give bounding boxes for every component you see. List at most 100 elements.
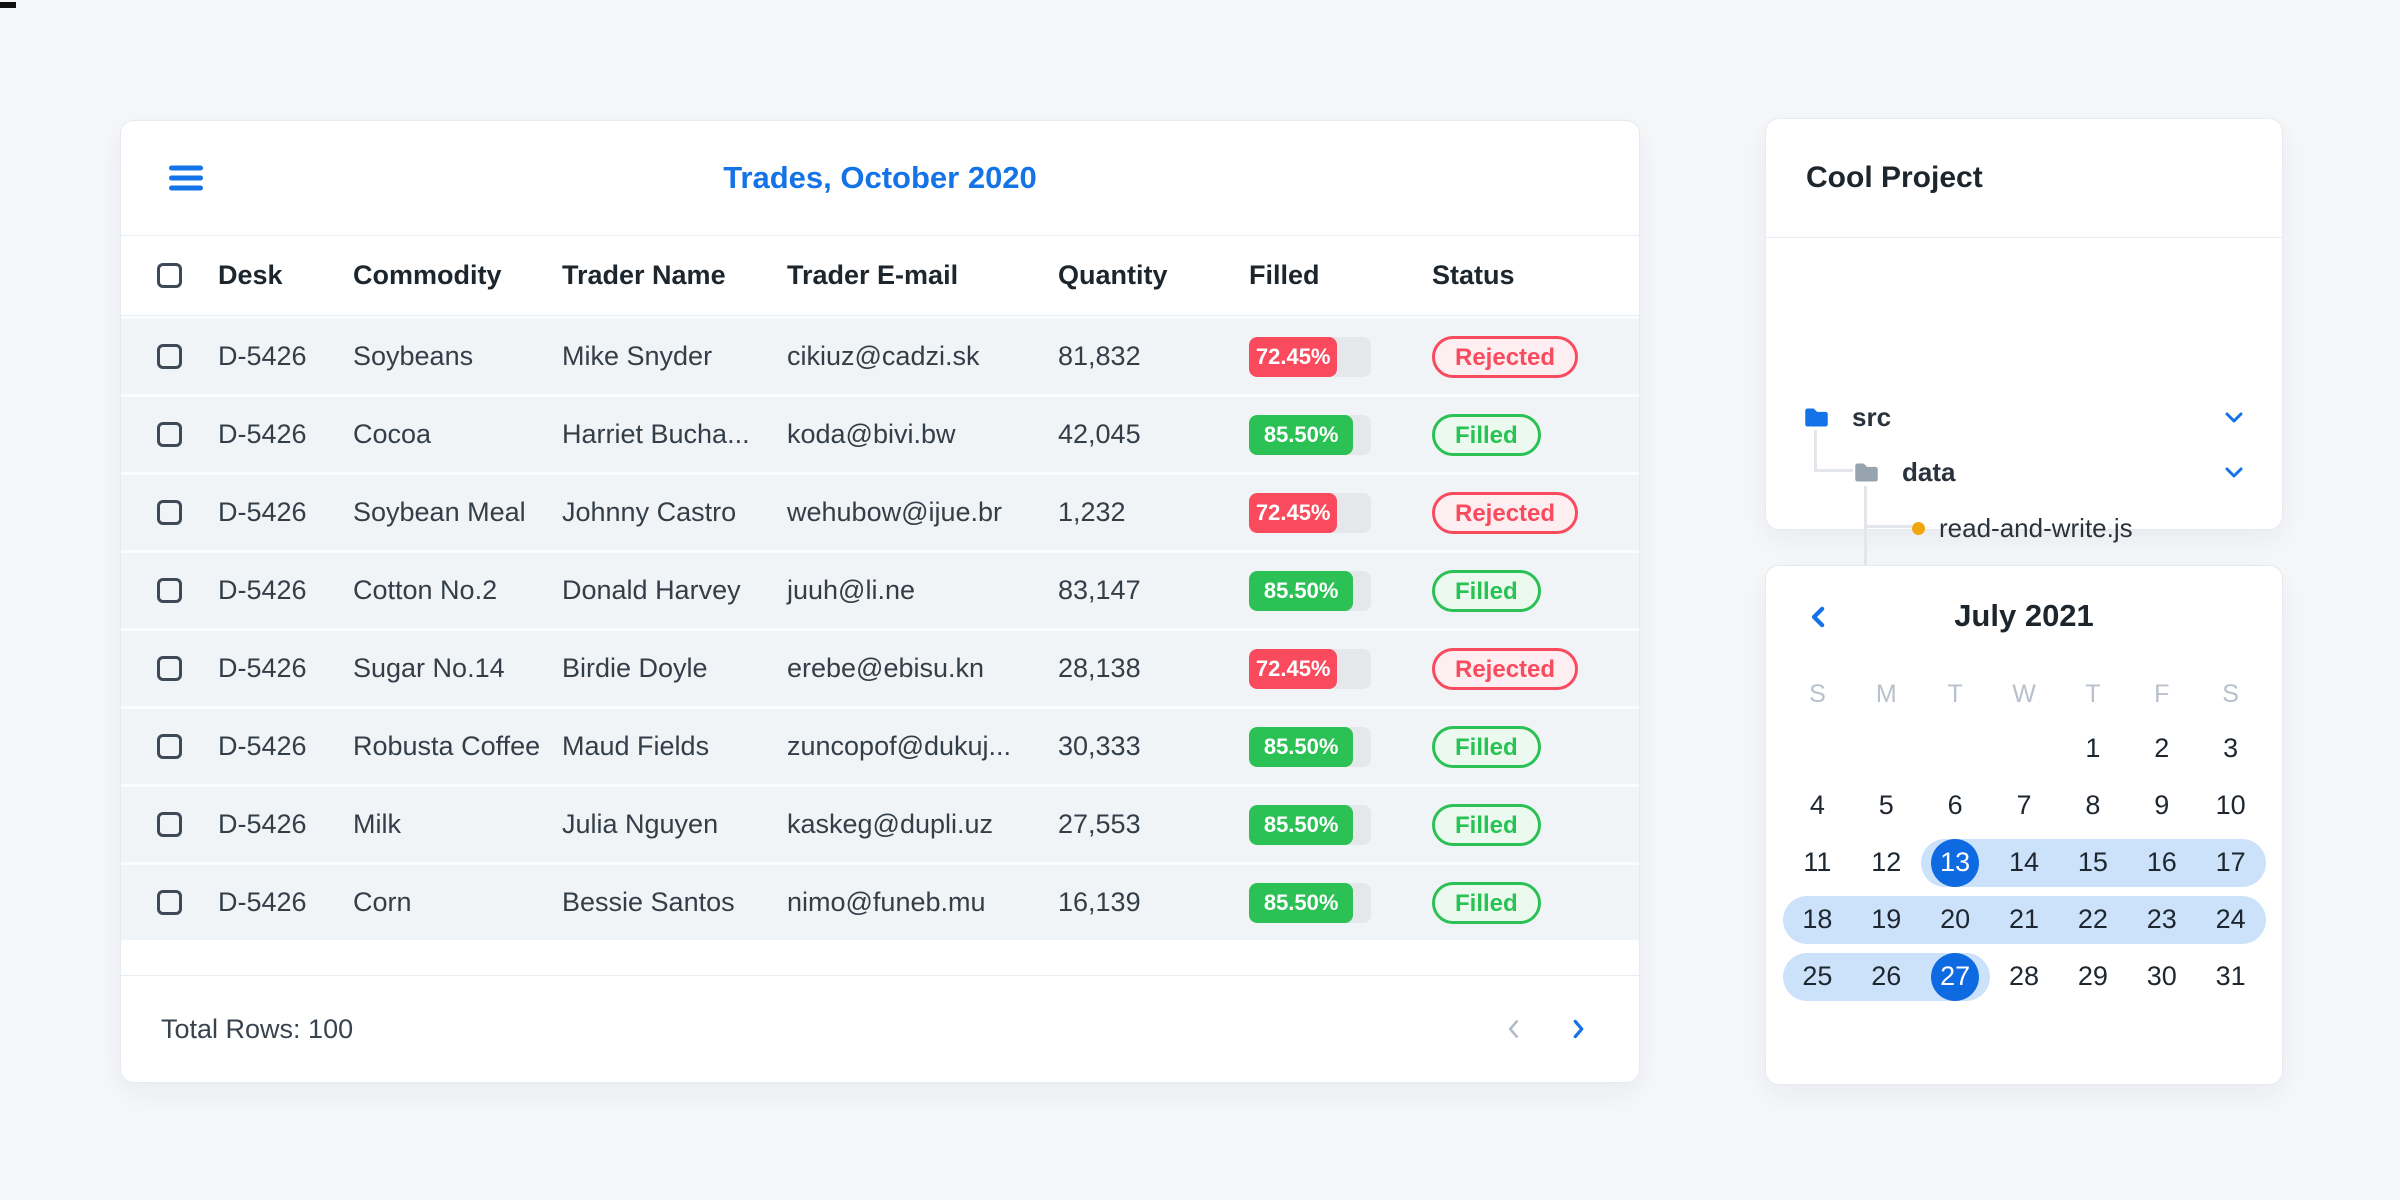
row-checkbox[interactable] bbox=[157, 578, 182, 603]
cell-desk: D-5426 bbox=[218, 731, 307, 761]
file-tree: src data read-and-write.js authenticatio… bbox=[1766, 238, 2282, 598]
cell-quantity: 42,045 bbox=[1058, 419, 1141, 449]
table-row: D-5426 Milk Julia Nguyen kaskeg@dupli.uz… bbox=[121, 784, 1639, 862]
tree-item-label: read-and-write.js bbox=[1939, 512, 2133, 543]
cell-desk: D-5426 bbox=[218, 653, 307, 683]
calendar-day[interactable]: 20 bbox=[1921, 896, 1990, 944]
folder-icon bbox=[1855, 463, 1878, 481]
table-row: D-5426 Soybeans Mike Snyder cikiuz@cadzi… bbox=[121, 316, 1639, 394]
calendar-day[interactable]: 14 bbox=[1990, 839, 2059, 887]
calendar-day[interactable]: 2 bbox=[2127, 725, 2196, 773]
row-checkbox[interactable] bbox=[157, 344, 182, 369]
calendar-card: July 2021 S M T W T F S 1 2 3 4 5 6 7 8 bbox=[1765, 565, 2283, 1085]
screen-artifact bbox=[0, 2, 16, 8]
table-row: D-5426 Soybean Meal Johnny Castro wehubo… bbox=[121, 472, 1639, 550]
tree-item-file[interactable]: read-and-write.js bbox=[1766, 506, 2282, 550]
weekday-label: T bbox=[2085, 680, 2101, 708]
calendar-day[interactable]: 11 bbox=[1783, 839, 1852, 887]
tree-item-label: data bbox=[1902, 456, 1956, 487]
calendar-day[interactable]: 19 bbox=[1852, 896, 1921, 944]
cell-commodity: Sugar No.14 bbox=[353, 653, 505, 683]
calendar-day[interactable]: 22 bbox=[2058, 896, 2127, 944]
calendar-day[interactable]: 8 bbox=[2058, 782, 2127, 830]
trades-titlebar: Trades, October 2020 bbox=[121, 121, 1639, 236]
calendar-day-range-end[interactable]: 27 bbox=[1921, 953, 1990, 1001]
calendar-day[interactable]: 5 bbox=[1852, 782, 1921, 830]
tree-item-src[interactable]: src bbox=[1766, 395, 2282, 439]
table-footer: Total Rows: 100 bbox=[121, 975, 1639, 1082]
page-title: Trades, October 2020 bbox=[723, 160, 1037, 195]
calendar-day-range-start[interactable]: 13 bbox=[1921, 839, 1990, 887]
status-badge: Filled bbox=[1432, 413, 1541, 456]
cell-trader-email: cikiuz@cadzi.sk bbox=[787, 341, 980, 371]
cell-commodity: Milk bbox=[353, 809, 401, 839]
cell-trader-name: Julia Nguyen bbox=[562, 809, 719, 839]
table-row: D-5426 Cocoa Harriet Bucha... koda@bivi.… bbox=[121, 394, 1639, 472]
calendar-month-title: July 2021 bbox=[1954, 598, 2094, 633]
calendar-day[interactable]: 24 bbox=[2196, 896, 2265, 944]
column-header-trader-name: Trader Name bbox=[562, 260, 726, 290]
calendar-day[interactable]: 7 bbox=[1990, 782, 2059, 830]
calendar-day[interactable]: 23 bbox=[2127, 896, 2196, 944]
calendar-day[interactable]: 15 bbox=[2058, 839, 2127, 887]
row-checkbox[interactable] bbox=[157, 812, 182, 837]
column-header-status: Status bbox=[1432, 260, 1515, 290]
next-page-button[interactable] bbox=[1561, 1012, 1595, 1046]
calendar-day[interactable]: 16 bbox=[2127, 839, 2196, 887]
calendar-week-row: 1 2 3 bbox=[1783, 720, 2265, 777]
cell-quantity: 30,333 bbox=[1058, 731, 1141, 761]
calendar-day[interactable]: 31 bbox=[2196, 953, 2265, 1001]
cell-commodity: Robusta Coffee bbox=[353, 731, 541, 761]
row-checkbox[interactable] bbox=[157, 656, 182, 681]
calendar-day[interactable]: 4 bbox=[1783, 782, 1852, 830]
select-all-checkbox[interactable] bbox=[157, 263, 182, 288]
filled-progress-bar: 85.50% bbox=[1249, 570, 1371, 611]
tree-item-label: src bbox=[1852, 401, 1892, 432]
cell-trader-email: kaskeg@dupli.uz bbox=[787, 809, 994, 839]
cell-quantity: 27,553 bbox=[1058, 809, 1141, 839]
filled-progress-bar: 72.45% bbox=[1249, 492, 1371, 533]
calendar-day[interactable]: 18 bbox=[1783, 896, 1852, 944]
row-checkbox[interactable] bbox=[157, 890, 182, 915]
row-checkbox[interactable] bbox=[157, 734, 182, 759]
cell-quantity: 16,139 bbox=[1058, 887, 1141, 917]
calendar-day[interactable]: 3 bbox=[2196, 725, 2265, 773]
calendar-day[interactable]: 28 bbox=[1990, 953, 2059, 1001]
row-checkbox[interactable] bbox=[157, 500, 182, 525]
calendar-day[interactable]: 12 bbox=[1852, 839, 1921, 887]
filled-progress-bar: 85.50% bbox=[1249, 726, 1371, 767]
calendar-day[interactable]: 6 bbox=[1921, 782, 1990, 830]
calendar-day[interactable]: 21 bbox=[1990, 896, 2059, 944]
calendar-day[interactable]: 1 bbox=[2058, 725, 2127, 773]
cell-trader-email: zuncopof@dukuj... bbox=[787, 731, 1012, 761]
calendar-day[interactable]: 29 bbox=[2058, 953, 2127, 1001]
calendar-day[interactable]: 10 bbox=[2196, 782, 2265, 830]
chevron-down-icon[interactable] bbox=[2222, 405, 2246, 429]
calendar-day[interactable]: 30 bbox=[2127, 953, 2196, 1001]
cell-trader-name: Harriet Bucha... bbox=[562, 419, 750, 449]
column-header-quantity: Quantity bbox=[1058, 260, 1168, 290]
cell-trader-name: Donald Harvey bbox=[562, 575, 741, 605]
calendar-day[interactable]: 17 bbox=[2196, 839, 2265, 887]
cell-trader-email: koda@bivi.bw bbox=[787, 419, 956, 449]
calendar-day[interactable]: 9 bbox=[2127, 782, 2196, 830]
status-badge: Rejected bbox=[1432, 335, 1579, 378]
chevron-down-icon[interactable] bbox=[2222, 460, 2246, 484]
previous-page-button[interactable] bbox=[1497, 1012, 1531, 1046]
calendar-day[interactable]: 26 bbox=[1852, 953, 1921, 1001]
weekday-header-row: S M T W T F S bbox=[1783, 680, 2265, 720]
row-checkbox[interactable] bbox=[157, 422, 182, 447]
menu-icon[interactable] bbox=[169, 161, 203, 196]
status-badge: Filled bbox=[1432, 803, 1541, 846]
cell-desk: D-5426 bbox=[218, 575, 307, 605]
tree-item-data[interactable]: data bbox=[1766, 450, 2282, 494]
file-dot-icon bbox=[1912, 521, 1925, 535]
calendar-day[interactable]: 25 bbox=[1783, 953, 1852, 1001]
previous-month-button[interactable] bbox=[1804, 602, 1834, 632]
cell-trader-email: erebe@ebisu.kn bbox=[787, 653, 985, 683]
weekday-label: M bbox=[1875, 680, 1897, 708]
calendar-week-row: 25 26 27 28 29 30 31 bbox=[1783, 948, 2265, 1005]
filled-progress-bar: 72.45% bbox=[1249, 648, 1371, 689]
cell-trader-name: Birdie Doyle bbox=[562, 653, 708, 683]
cell-quantity: 1,232 bbox=[1058, 497, 1126, 527]
